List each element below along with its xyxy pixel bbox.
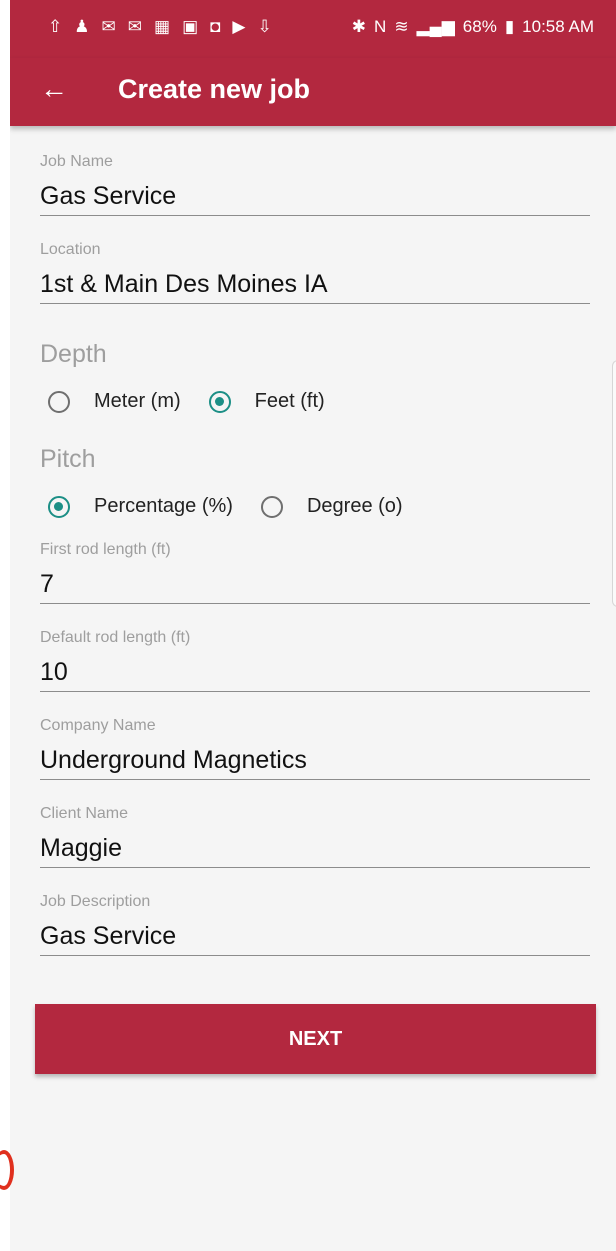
default-rod-field[interactable]: Default rod length (ft) 10	[40, 628, 590, 692]
mail-icon: ✉	[101, 17, 116, 36]
pitch-title: Pitch	[40, 445, 96, 473]
nfc-icon: N	[374, 17, 387, 36]
company-input[interactable]: Underground Magnetics	[40, 744, 590, 776]
feet-label[interactable]: Feet (ft)	[255, 390, 325, 413]
bluetooth-icon: ✱	[351, 17, 367, 36]
location-field[interactable]: Location 1st & Main Des Moines IA	[40, 240, 590, 304]
company-field[interactable]: Company Name Underground Magnetics	[40, 716, 590, 780]
default-rod-input[interactable]: 10	[40, 656, 590, 688]
location-input[interactable]: 1st & Main Des Moines IA	[40, 268, 590, 300]
percentage-radio[interactable]	[48, 495, 70, 518]
description-field[interactable]: Job Description Gas Service	[40, 892, 590, 956]
client-underline	[40, 867, 590, 868]
job-name-field[interactable]: Job Name Gas Service	[40, 152, 590, 216]
next-button[interactable]: NEXT	[35, 1004, 596, 1074]
battery-icon: ▮	[504, 17, 515, 36]
first-rod-field[interactable]: First rod length (ft) 7	[40, 540, 590, 604]
mail-alt-icon: ✉	[127, 17, 142, 36]
degree-radio[interactable]	[260, 495, 283, 518]
battery-percent: 68%	[462, 17, 497, 36]
depth-title: Depth	[40, 340, 107, 368]
lock-icon: ◘	[210, 17, 221, 36]
client-input[interactable]: Maggie	[40, 832, 590, 864]
meter-radio[interactable]	[48, 390, 70, 413]
edge-panel-handle[interactable]	[612, 360, 616, 607]
meter-label[interactable]: Meter (m)	[94, 390, 181, 413]
download-icon: ⇩	[257, 17, 272, 36]
description-label: Job Description	[40, 893, 151, 910]
app-bar: ← Create new job	[10, 58, 616, 126]
system-icons: ✱ N ≋ ▂▄▆ 68% ▮ 10:58 AM	[352, 17, 594, 37]
person-icon: ♟	[74, 17, 90, 36]
notification-icons: ⇧ ♟ ✉ ✉ ▦ ▣ ◘ ▶ ⇩	[48, 17, 272, 37]
job-name-underline	[40, 215, 590, 216]
first-rod-label: First rod length (ft)	[40, 541, 171, 558]
depth-radio-group: Meter (m) Feet (ft)	[48, 390, 325, 413]
signal-icon: ▂▄▆	[416, 17, 455, 36]
first-rod-underline	[40, 603, 590, 604]
default-rod-underline	[40, 691, 590, 692]
location-label: Location	[40, 241, 101, 258]
feet-radio[interactable]	[208, 390, 231, 413]
job-name-input[interactable]: Gas Service	[40, 180, 590, 212]
youtube-icon: ▶	[232, 17, 246, 36]
upload-icon: ⇧	[48, 17, 63, 36]
client-label: Client Name	[40, 805, 129, 822]
gallery-icon: ▣	[182, 17, 199, 36]
client-field[interactable]: Client Name Maggie	[40, 804, 590, 868]
calendar-icon: ▦	[154, 17, 171, 36]
back-arrow-icon[interactable]: ←	[40, 74, 68, 104]
page-title: Create new job	[118, 74, 311, 104]
default-rod-label: Default rod length (ft)	[40, 629, 191, 646]
location-underline	[40, 303, 590, 304]
status-bar: ⇧ ♟ ✉ ✉ ▦ ▣ ◘ ▶ ⇩ ✱ N ≋ ▂▄▆ 68% ▮ 10:58 …	[10, 0, 616, 58]
description-input[interactable]: Gas Service	[40, 920, 590, 952]
pitch-radio-group: Percentage (%) Degree (o)	[48, 495, 403, 518]
clock: 10:58 AM	[522, 17, 594, 36]
job-name-label: Job Name	[40, 153, 113, 170]
phone-screen: ⇧ ♟ ✉ ✉ ▦ ▣ ◘ ▶ ⇩ ✱ N ≋ ▂▄▆ 68% ▮ 10:58 …	[10, 0, 616, 1251]
company-label: Company Name	[40, 717, 156, 734]
percentage-label[interactable]: Percentage (%)	[94, 495, 233, 518]
first-rod-input[interactable]: 7	[40, 568, 590, 600]
company-underline	[40, 779, 590, 780]
degree-label[interactable]: Degree (o)	[307, 495, 403, 518]
wifi-icon: ≋	[394, 17, 409, 36]
description-underline	[40, 955, 590, 956]
